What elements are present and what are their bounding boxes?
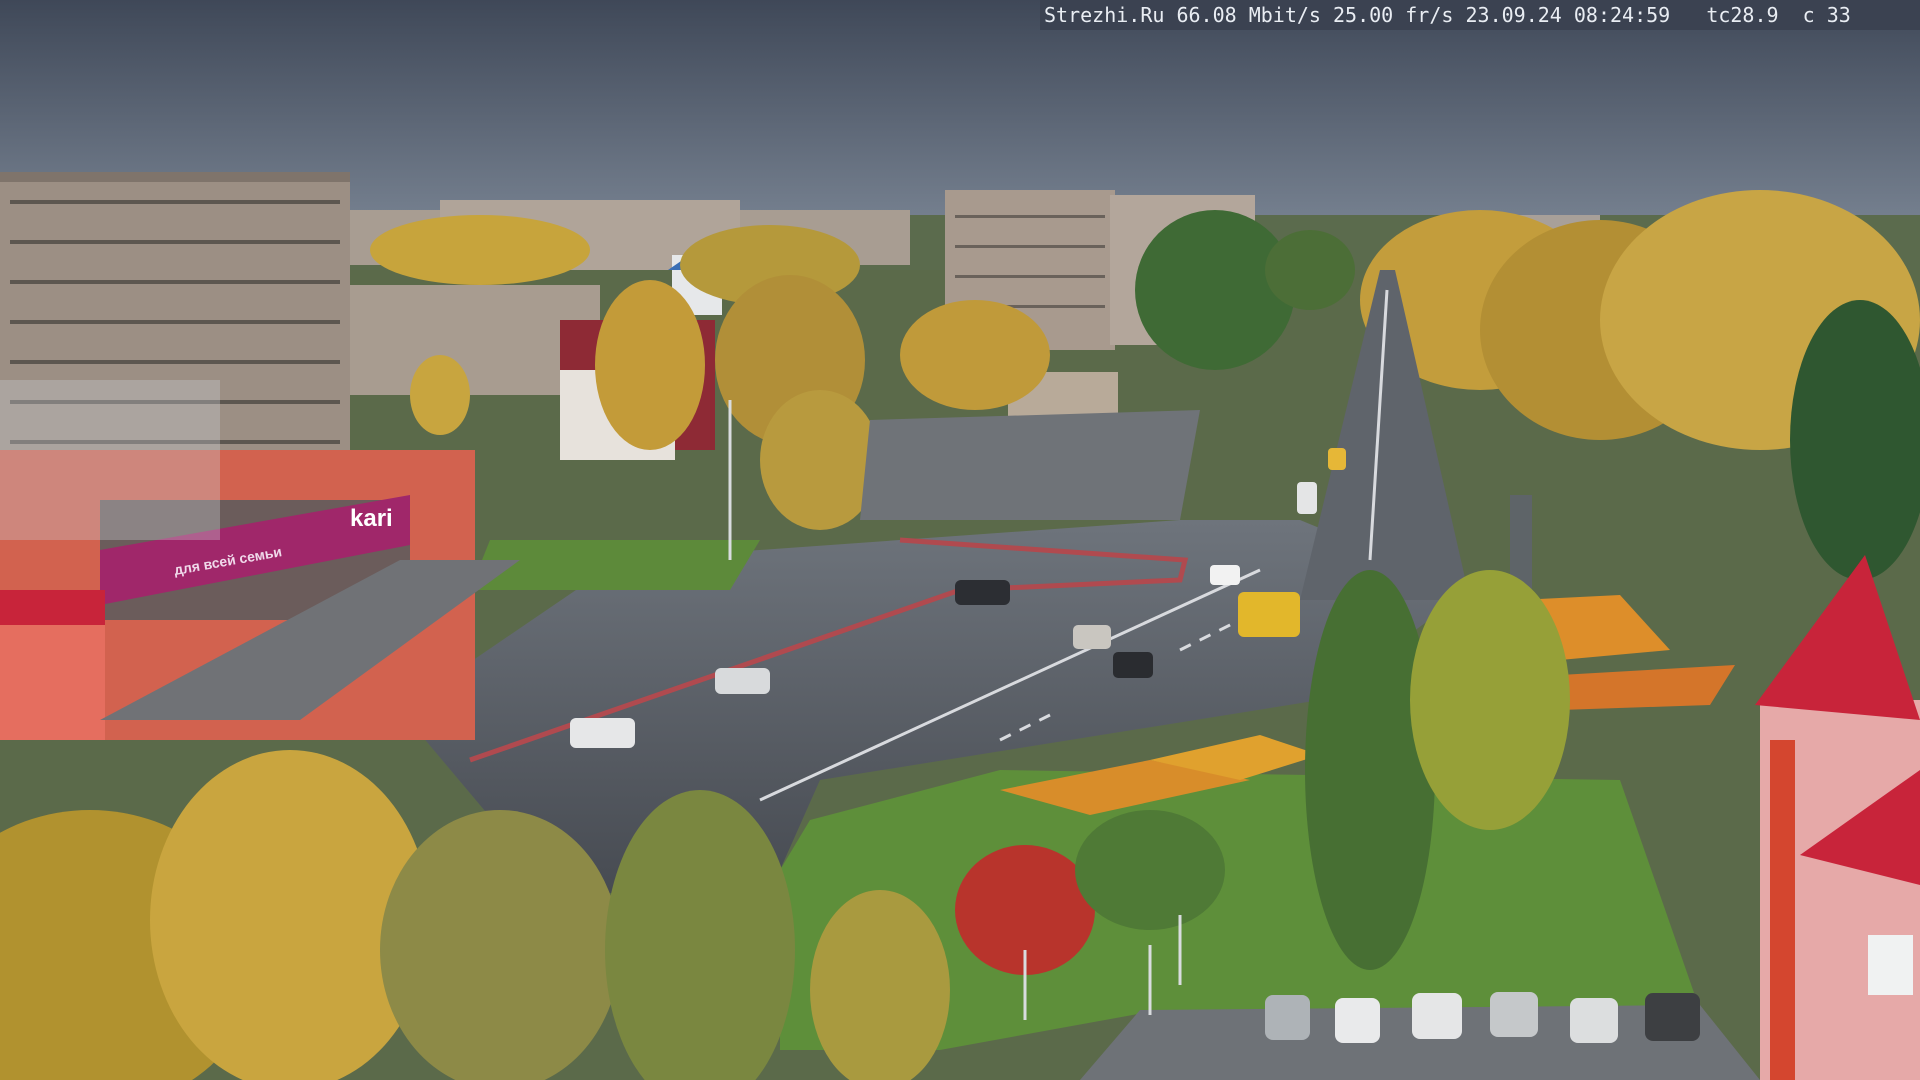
overlay-temperature: tc28.9 bbox=[1706, 3, 1779, 27]
webcam-scene: kari для всей семьи bbox=[0, 0, 1920, 1080]
overlay-framerate: 25.00 fr/s bbox=[1333, 3, 1454, 27]
overlay-counter: c 33 bbox=[1802, 3, 1851, 27]
parking-lot bbox=[860, 410, 1200, 520]
store-sign-brand: kari bbox=[350, 505, 393, 532]
overlay-date: 23.09.24 bbox=[1465, 3, 1562, 27]
overlay-bitrate: 66.08 Mbit/s bbox=[1176, 3, 1321, 27]
lawn-left bbox=[470, 540, 760, 590]
overlay-site: Strezhi.Ru bbox=[1044, 3, 1165, 27]
fog-haze bbox=[0, 380, 220, 540]
overlay-time: 08:24:59 bbox=[1573, 3, 1671, 27]
camera-overlay-bar: Strezhi.Ru 66.08 Mbit/s 25.00 fr/s 23.09… bbox=[1040, 0, 1920, 30]
